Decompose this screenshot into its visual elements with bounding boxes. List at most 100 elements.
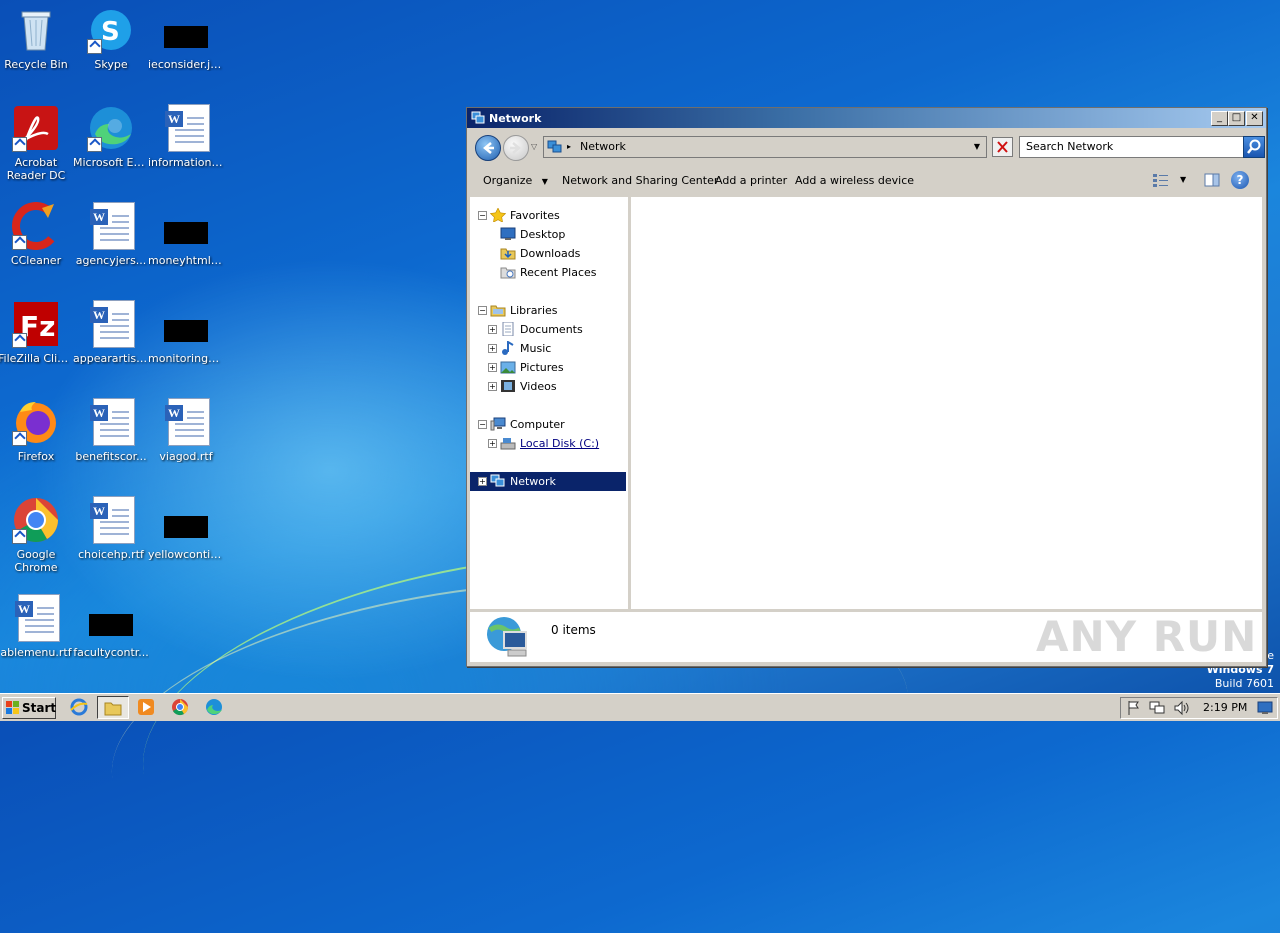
desktop-icon-viagod[interactable]: W viagod.rtf — [148, 398, 224, 463]
add-printer-button[interactable]: Add a printer — [715, 174, 787, 187]
search-icon — [1247, 139, 1261, 154]
help-icon: ? — [1236, 173, 1244, 187]
add-wireless-device-button[interactable]: Add a wireless device — [795, 174, 914, 187]
desktop-icon-label: Microsoft Edge — [73, 156, 149, 169]
recent-places-icon — [500, 267, 516, 279]
history-dropdown-icon[interactable]: ▽ — [531, 142, 537, 151]
desktop-icon-benefitscor[interactable]: W benefitscor... — [73, 398, 149, 463]
breadcrumb-chevron-icon[interactable]: ▸ — [567, 137, 571, 157]
address-dropdown-icon[interactable]: ▼ — [974, 137, 980, 157]
nav-desktop[interactable]: Desktop — [470, 225, 628, 244]
desktop-icon-label: agencyjers... — [75, 254, 147, 267]
shortcut-arrow-icon — [12, 235, 27, 250]
address-text: Network — [580, 140, 626, 153]
nav-local-disk[interactable]: + Local Disk (C:) — [470, 434, 628, 453]
desktop-icon-acrobat[interactable]: Acrobat Reader DC — [0, 104, 74, 182]
libraries-icon — [490, 305, 506, 317]
shortcut-arrow-icon — [12, 333, 27, 348]
desktop-icon-recycle-bin[interactable]: Recycle Bin — [0, 6, 74, 71]
desktop-icon-chrome[interactable]: Google Chrome — [0, 496, 74, 574]
network-globe-icon — [487, 617, 527, 657]
desktop-icon-label: Skype — [94, 58, 128, 71]
desktop-icon-choicehp[interactable]: W choicehp.rtf — [73, 496, 149, 561]
desktop-icon-firefox[interactable]: Firefox — [0, 398, 74, 463]
window-title: Network — [489, 111, 542, 125]
image-thumbnail-icon — [162, 300, 210, 348]
explorer-window[interactable]: Network _ □ ✕ ▽ ▸ Network ▼ Search Netwo… — [466, 107, 1267, 667]
start-button[interactable]: Start — [2, 697, 56, 719]
expand-toggle[interactable]: + — [488, 325, 497, 334]
window-titlebar[interactable]: Network — [467, 108, 1266, 128]
desktop-icon-label: benefitscor... — [75, 450, 147, 463]
explorer-taskbar-button[interactable] — [97, 696, 129, 719]
start-label: Start — [22, 701, 57, 715]
stop-button[interactable] — [992, 137, 1013, 157]
desktop-icon-agencyjers[interactable]: W agencyjers... — [73, 202, 149, 267]
desktop-icon-facultycontr[interactable]: facultycontr... — [73, 594, 149, 659]
desktop-icon-information[interactable]: W information.... — [148, 104, 224, 169]
preview-pane-button[interactable] — [1204, 172, 1220, 188]
pictures-icon — [500, 361, 516, 374]
minimize-button[interactable]: _ — [1211, 111, 1228, 126]
hard-disk-icon — [500, 438, 516, 450]
desktop-icon-ablemenu[interactable]: W ablemenu.rtf — [0, 594, 74, 659]
nav-music[interactable]: + Music — [470, 339, 628, 358]
address-bar[interactable]: ▸ Network ▼ — [543, 136, 987, 158]
nav-pictures[interactable]: + Pictures — [470, 358, 628, 377]
desktop-icon-yellowcontin[interactable]: yellowcontin... — [148, 496, 224, 561]
search-button[interactable] — [1243, 136, 1265, 158]
organize-menu[interactable]: Organize ▼ — [483, 174, 548, 187]
nav-recent-places[interactable]: Recent Places — [470, 263, 628, 282]
word-document-icon: W — [162, 398, 210, 446]
media-player-taskbar-icon[interactable] — [137, 698, 155, 716]
expand-toggle[interactable]: + — [488, 439, 497, 448]
desktop-icon-moneyhtml[interactable]: moneyhtml.jpg — [148, 202, 224, 267]
navigation-pane[interactable]: − Favorites Desktop Downloads Recent Pla… — [470, 197, 631, 609]
desktop-icon-appearartist[interactable]: W appearartist... — [73, 300, 149, 365]
chevron-down-icon: ▼ — [541, 177, 548, 186]
clock[interactable]: 2:19 PM — [1203, 698, 1247, 718]
help-button[interactable]: ? — [1231, 171, 1249, 189]
maximize-button[interactable]: □ — [1228, 111, 1245, 126]
word-document-icon: W — [87, 300, 135, 348]
expand-toggle[interactable]: + — [488, 344, 497, 353]
expand-toggle[interactable]: + — [488, 382, 497, 391]
forward-button[interactable] — [503, 135, 529, 161]
collapse-toggle[interactable]: − — [478, 211, 487, 220]
search-input[interactable]: Search Network — [1019, 136, 1245, 158]
expand-toggle[interactable]: + — [488, 363, 497, 372]
back-button[interactable] — [475, 135, 501, 161]
ie-taskbar-icon[interactable] — [70, 698, 88, 716]
desktop-icon-edge[interactable]: Microsoft Edge — [73, 104, 149, 169]
expand-toggle[interactable]: + — [478, 477, 487, 486]
network-sharing-center-button[interactable]: Network and Sharing Center — [562, 174, 718, 187]
change-view-button[interactable] — [1152, 172, 1170, 188]
chrome-taskbar-icon[interactable] — [171, 698, 189, 716]
nav-downloads[interactable]: Downloads — [470, 244, 628, 263]
nav-network[interactable]: + Network — [470, 472, 626, 491]
view-dropdown-icon[interactable]: ▼ — [1180, 175, 1186, 184]
nav-videos[interactable]: + Videos — [470, 377, 628, 396]
star-icon — [490, 208, 506, 222]
collapse-toggle[interactable]: − — [478, 306, 487, 315]
close-button[interactable]: ✕ — [1246, 111, 1263, 126]
file-list-area[interactable] — [631, 197, 1262, 609]
desktop-icon-skype[interactable]: S Skype — [73, 6, 149, 71]
word-document-icon: W — [87, 202, 135, 250]
collapse-toggle[interactable]: − — [478, 420, 487, 429]
image-thumbnail-icon — [162, 202, 210, 250]
show-desktop-icon[interactable] — [1257, 701, 1273, 722]
nav-libraries[interactable]: − Libraries — [470, 301, 628, 320]
desktop-icon-filezilla[interactable]: Fz FileZilla Client — [0, 300, 74, 365]
nav-computer[interactable]: − Computer — [470, 415, 628, 434]
nav-documents[interactable]: + Documents — [470, 320, 628, 339]
desktop-icon-ccleaner[interactable]: CCleaner — [0, 202, 74, 267]
skype-icon: S — [87, 6, 135, 54]
shortcut-arrow-icon — [87, 39, 102, 54]
desktop-icon-monitorings[interactable]: monitorings.... — [148, 300, 224, 365]
word-document-icon: W — [87, 496, 135, 544]
edge-icon — [87, 104, 135, 152]
nav-favorites[interactable]: − Favorites — [470, 206, 628, 225]
edge-taskbar-icon[interactable] — [205, 698, 223, 716]
desktop-icon-ieconsider[interactable]: ieconsider.jpg — [148, 6, 224, 71]
